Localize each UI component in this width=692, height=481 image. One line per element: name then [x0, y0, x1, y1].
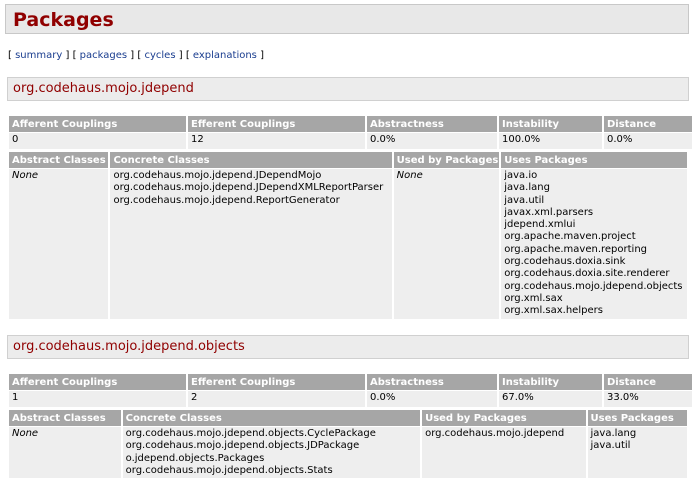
afferent-couplings-header: Afferent Couplings [9, 374, 186, 390]
uses-package-item: org.xml.sax [504, 292, 563, 304]
uses-package-item: java.util [590, 440, 631, 452]
concrete-class-item: o.jdepend.objects.Packages [125, 452, 265, 464]
package-name: org.codehaus.mojo.jdepend [13, 81, 194, 96]
distance-value: 0.0% [604, 133, 692, 149]
package-header: org.codehaus.mojo.jdepend.objects [7, 335, 689, 359]
concrete-class-item: org.codehaus.mojo.jdepend.JDependMojo [113, 170, 322, 181]
concrete-classes-header: Concrete Classes [110, 152, 392, 168]
used-by-packages-header: Used by Packages [422, 410, 586, 426]
instability-value: 67.0% [499, 391, 602, 407]
uses-packages-header: Uses Packages [501, 152, 687, 168]
instability-header: Instability [499, 374, 602, 390]
afferent-couplings-header: Afferent Couplings [9, 116, 186, 132]
concrete-classes-list: org.codehaus.mojo.jdepend.JDependMojo or… [110, 169, 392, 319]
uses-package-item: java.io [504, 170, 538, 181]
nav-explanations-link[interactable]: explanations [193, 50, 257, 61]
efferent-couplings-header: Efferent Couplings [188, 116, 365, 132]
abstract-classes-value: None [9, 169, 109, 319]
concrete-class-item: org.codehaus.mojo.jdepend.ReportGenerato… [113, 194, 340, 206]
uses-package-item: java.util [504, 194, 545, 206]
abstract-classes-header: Abstract Classes [9, 152, 109, 168]
abstractness-value: 0.0% [367, 391, 497, 407]
package-header: org.codehaus.mojo.jdepend [7, 77, 689, 101]
uses-packages-list: java.io java.lang java.util javax.xml.pa… [501, 169, 687, 319]
uses-packages-list: java.lang java.util [587, 427, 687, 479]
distance-value: 33.0% [604, 391, 692, 407]
instability-header: Instability [499, 116, 602, 132]
uses-package-item: java.lang [504, 182, 550, 194]
nav-links: [ summary ] [ packages ] [ cycles ] [ ex… [8, 50, 264, 61]
afferent-couplings-value: 1 [9, 391, 186, 407]
uses-package-item: org.codehaus.doxia.site.renderer [504, 268, 670, 280]
distance-header: Distance [604, 116, 692, 132]
package-details-table: Abstract Classes Concrete Classes Used b… [7, 409, 689, 479]
concrete-classes-list: org.codehaus.mojo.jdepend.objects.CycleP… [122, 427, 421, 479]
uses-package-item: org.xml.sax.helpers [504, 305, 603, 317]
concrete-class-item: org.codehaus.mojo.jdepend.objects.JDPack… [125, 440, 360, 452]
package-details-table: Abstract Classes Concrete Classes Used b… [7, 151, 689, 320]
uses-packages-header: Uses Packages [587, 410, 687, 426]
package-name: org.codehaus.mojo.jdepend.objects [13, 339, 245, 354]
afferent-couplings-value: 0 [9, 133, 186, 149]
concrete-classes-header: Concrete Classes [122, 410, 421, 426]
package-metrics-table: Afferent Couplings Efferent Couplings Ab… [7, 115, 692, 150]
abstract-classes-header: Abstract Classes [9, 410, 121, 426]
used-by-packages-value: None [393, 169, 500, 319]
uses-package-item: org.codehaus.mojo.jdepend.objects [504, 280, 683, 292]
concrete-class-item: org.codehaus.mojo.jdepend.objects.CycleP… [125, 428, 376, 439]
instability-value: 100.0% [499, 133, 602, 149]
page-title: Packages [13, 9, 114, 31]
nav-summary-link[interactable]: summary [15, 50, 62, 61]
distance-header: Distance [604, 374, 692, 390]
abstractness-value: 0.0% [367, 133, 497, 149]
uses-package-item: org.codehaus.doxia.sink [504, 256, 626, 268]
nav-packages-link[interactable]: packages [80, 50, 127, 61]
uses-package-item: java.lang [590, 428, 637, 439]
concrete-class-item: org.codehaus.mojo.jdepend.JDependXMLRepo… [113, 182, 384, 194]
uses-package-item: jdepend.xmlui [504, 219, 576, 231]
package-metrics-table: Afferent Couplings Efferent Couplings Ab… [7, 373, 692, 408]
concrete-class-item: org.codehaus.mojo.jdepend.objects.Stats [125, 464, 333, 476]
used-by-packages-value: org.codehaus.mojo.jdepend [422, 427, 586, 479]
nav-cycles-link[interactable]: cycles [144, 50, 175, 61]
efferent-couplings-value: 2 [188, 391, 365, 407]
uses-package-item: org.apache.maven.project [504, 231, 636, 243]
abstract-classes-value: None [9, 427, 121, 479]
uses-package-item: javax.xml.parsers [504, 206, 594, 218]
abstractness-header: Abstractness [367, 116, 497, 132]
uses-package-item: org.apache.maven.reporting [504, 243, 648, 255]
used-by-packages-header: Used by Packages [393, 152, 500, 168]
page-title-banner: Packages [5, 4, 689, 34]
efferent-couplings-header: Efferent Couplings [188, 374, 365, 390]
efferent-couplings-value: 12 [188, 133, 365, 149]
abstractness-header: Abstractness [367, 374, 497, 390]
